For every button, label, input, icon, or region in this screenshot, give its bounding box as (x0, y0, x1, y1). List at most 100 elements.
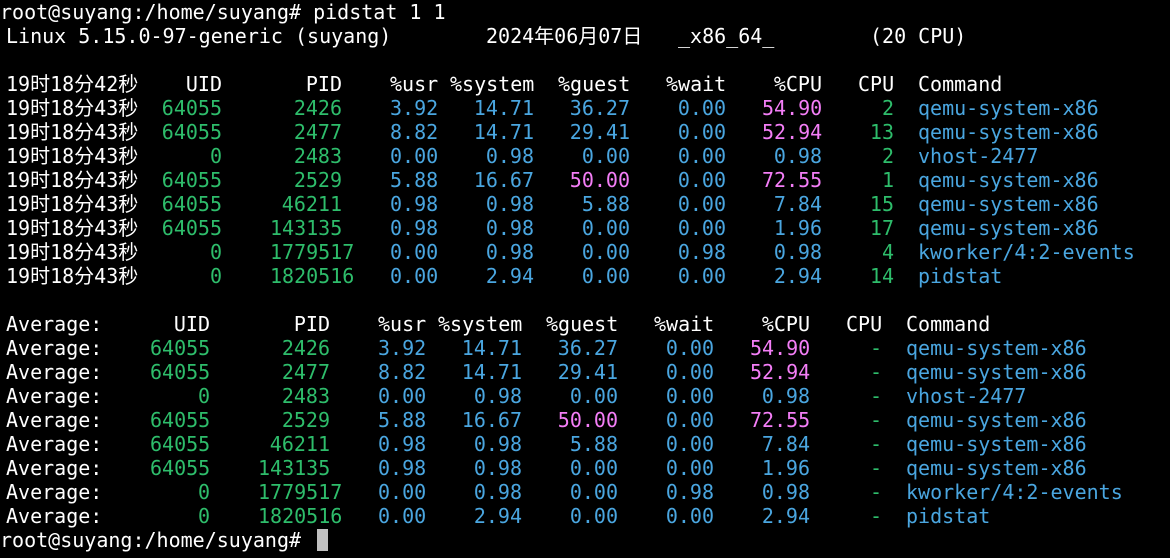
row-system: 0.98 (485, 192, 534, 216)
row-usr: 3.92 (390, 96, 439, 120)
row-usr: 0.98 (390, 192, 439, 216)
row-cpu-pct: 0.98 (773, 144, 822, 168)
row-cpu-pct: 54.90 (750, 336, 811, 360)
row-wait: 0.98 (677, 240, 726, 264)
table-row: 19时18分43秒 64055 46211 0.98 0.98 5.88 0.00 7.84 1… (0, 192, 1170, 216)
row-pid: 1779517 (270, 240, 355, 264)
row-pid: 2529 (281, 408, 330, 432)
row-command: kworker/4:2-events (906, 480, 1123, 504)
row-guest: 0.00 (581, 264, 630, 288)
row-cpu-pct: 1.96 (761, 456, 810, 480)
row-cpu: - (869, 408, 882, 432)
prompt: root@suyang:/home/suyang# (0, 0, 314, 24)
row-guest: 0.00 (569, 480, 618, 504)
row-pid: 46211 (281, 192, 342, 216)
row-cpu-pct: 1.96 (773, 216, 822, 240)
row-system: 0.98 (473, 456, 522, 480)
row-cpu: 13 (869, 120, 894, 144)
row-system: 0.98 (473, 480, 522, 504)
row-uid: 64055 (161, 216, 222, 240)
row-guest: 50.00 (557, 408, 618, 432)
final-prompt-line[interactable]: root@suyang:/home/suyang# (0, 528, 1170, 552)
row-command: qemu-system-x86 (918, 120, 1099, 144)
row-command: qemu-system-x86 (918, 96, 1099, 120)
table-row: Average: 64055 2529 5.88 16.67 50.00 0.00 72.55… (0, 408, 1170, 432)
row-command: pidstat (918, 264, 1003, 288)
average-header-row: Average: UID PID %usr %system %guest %wait %CPU… (0, 312, 1170, 336)
row-guest: 0.00 (581, 216, 630, 240)
row-time: Average: (6, 408, 103, 432)
table-row: 19时18分43秒 64055 2529 5.88 16.67 50.00 0.00 72.5… (0, 168, 1170, 192)
row-usr: 8.82 (390, 120, 439, 144)
row-pid: 46211 (269, 432, 330, 456)
row-system: 14.71 (473, 96, 534, 120)
row-command: qemu-system-x86 (918, 168, 1099, 192)
header-system: %system (450, 72, 535, 96)
header-pid: PID (293, 312, 330, 336)
row-wait: 0.00 (665, 456, 714, 480)
table-row: Average: 0 1820516 0.00 2.94 0.00 0.00 2.94 - pid… (0, 504, 1170, 528)
sample-header-row: 19时18分42秒 UID PID %usr %system %guest %wait %CP… (0, 72, 1170, 96)
header-cpu_pct: %CPU (761, 312, 810, 336)
row-command: vhost-2477 (918, 144, 1039, 168)
row-usr: 0.98 (390, 216, 439, 240)
row-wait: 0.00 (677, 216, 726, 240)
row-guest: 5.88 (569, 432, 618, 456)
row-wait: 0.00 (677, 144, 726, 168)
row-cpu: - (869, 360, 882, 384)
sample-header-time: 19时18分42秒 (6, 72, 139, 96)
row-system: 0.98 (473, 384, 522, 408)
row-usr: 0.00 (390, 264, 439, 288)
row-command: qemu-system-x86 (906, 456, 1087, 480)
row-uid: 64055 (161, 120, 222, 144)
row-guest: 0.00 (569, 384, 618, 408)
row-wait: 0.00 (665, 336, 714, 360)
command-text: pidstat 1 1 (313, 0, 446, 24)
row-command: qemu-system-x86 (918, 192, 1099, 216)
row-usr: 5.88 (378, 408, 427, 432)
row-time: Average: (6, 384, 103, 408)
row-cpu-pct: 52.94 (750, 360, 811, 384)
row-guest: 0.00 (581, 240, 630, 264)
row-command: qemu-system-x86 (918, 216, 1099, 240)
row-cpu-pct: 54.90 (762, 96, 823, 120)
row-guest: 0.00 (569, 456, 618, 480)
header-cpu: CPU (858, 72, 895, 96)
row-guest: 5.88 (581, 192, 630, 216)
row-guest: 0.00 (569, 504, 618, 528)
row-wait: 0.00 (677, 120, 726, 144)
row-system: 16.67 (473, 168, 534, 192)
row-uid: 64055 (150, 336, 211, 360)
row-pid: 143135 (258, 456, 331, 480)
row-uid: 64055 (150, 360, 211, 384)
row-pid: 2426 (293, 96, 342, 120)
table-row: Average: 64055 2426 3.92 14.71 36.27 0.00 54.90… (0, 336, 1170, 360)
row-guest: 29.41 (557, 360, 618, 384)
row-uid: 64055 (150, 432, 211, 456)
row-time: 19时18分43秒 (6, 144, 139, 168)
row-guest: 0.00 (581, 144, 630, 168)
row-cpu: 14 (869, 264, 894, 288)
prompt: root@suyang:/home/suyang# (0, 528, 314, 552)
table-row: Average: 64055 2477 8.82 14.71 29.41 0.00 52.94… (0, 360, 1170, 384)
row-pid: 2477 (281, 360, 330, 384)
row-pid: 2483 (293, 144, 342, 168)
row-time: Average: (6, 504, 103, 528)
terminal-window[interactable]: root@suyang:/home/suyang# pidstat 1 1 Li… (0, 0, 1170, 558)
row-wait: 0.00 (665, 408, 714, 432)
row-pid: 2483 (281, 384, 330, 408)
row-time: Average: (6, 456, 103, 480)
row-system: 2.94 (473, 504, 522, 528)
row-uid: 64055 (150, 408, 211, 432)
row-cpu: - (869, 336, 882, 360)
row-cpu: - (869, 384, 882, 408)
row-system: 14.71 (461, 360, 522, 384)
row-uid: 0 (209, 240, 222, 264)
row-usr: 3.92 (378, 336, 427, 360)
average-header-time: Average: (6, 312, 103, 336)
system-info-line: Linux 5.15.0-97-generic (suyang) 2024年06… (0, 24, 1170, 48)
header-usr: %usr (390, 72, 439, 96)
row-command: vhost-2477 (906, 384, 1027, 408)
row-usr: 0.00 (378, 504, 427, 528)
table-row: 19时18分43秒 0 1820516 0.00 2.94 0.00 0.00 2.94 14 p… (0, 264, 1170, 288)
